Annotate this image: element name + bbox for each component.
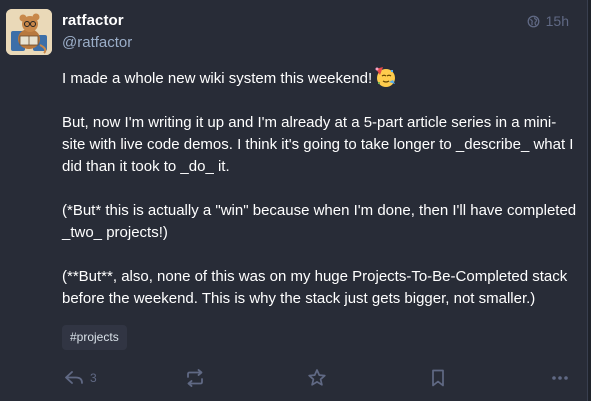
globe-icon: [527, 15, 540, 27]
paragraph: I made a whole new wiki system this week…: [62, 66, 577, 90]
status-post: ratfactor @ratfactor 15h I made a whole …: [0, 0, 588, 401]
avatar[interactable]: [6, 9, 52, 55]
more-button[interactable]: [550, 366, 570, 390]
partying-face-emoji: [374, 66, 396, 88]
favourite-button[interactable]: [307, 366, 327, 390]
account-handle[interactable]: @ratfactor: [62, 34, 132, 51]
boost-icon: [187, 369, 203, 387]
star-icon: [308, 369, 326, 386]
more-icon: [552, 376, 568, 380]
paragraph-text: I made a whole new wiki system this week…: [62, 70, 373, 87]
reply-button[interactable]: 3: [64, 366, 97, 390]
reply-icon: [65, 371, 83, 384]
bookmark-button[interactable]: [428, 366, 448, 390]
post-meta[interactable]: 15h: [527, 13, 569, 29]
post-content: I made a whole new wiki system this week…: [62, 66, 577, 332]
paragraph: But, now I'm writing it up and I'm alrea…: [62, 114, 574, 175]
paragraph: (**But**, also, none of this was on my h…: [62, 268, 568, 307]
display-name[interactable]: ratfactor: [62, 12, 124, 29]
boost-button[interactable]: [185, 366, 205, 390]
action-bar: 3: [62, 366, 577, 390]
hashtag-link[interactable]: #projects: [62, 325, 127, 350]
bookmark-icon: [432, 369, 444, 387]
timestamp[interactable]: 15h: [546, 13, 569, 29]
reply-count: 3: [90, 371, 97, 385]
paragraph: (*But* this is actually a "win" because …: [62, 202, 577, 241]
